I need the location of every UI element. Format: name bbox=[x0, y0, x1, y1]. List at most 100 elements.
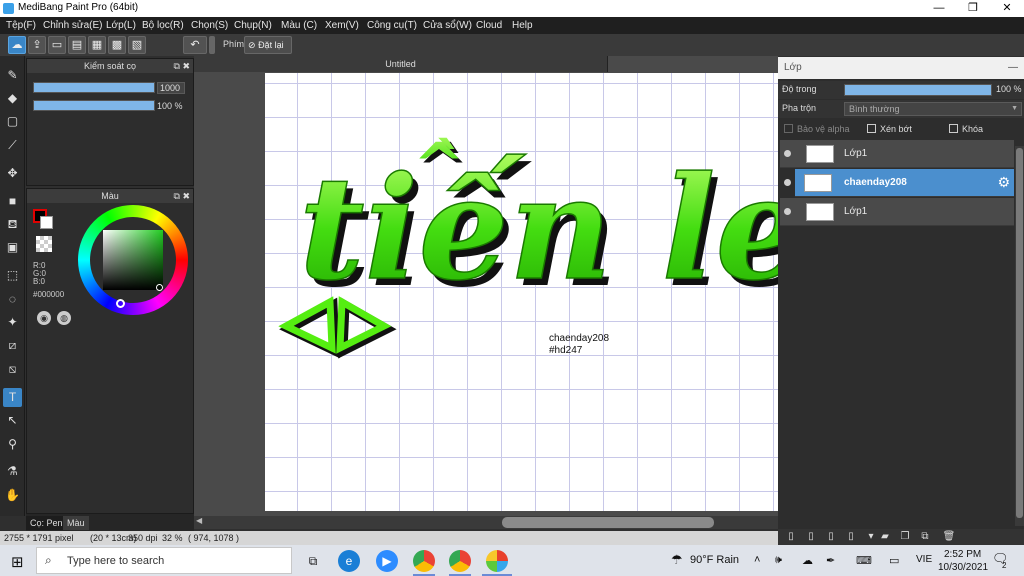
protect-alpha-checkbox[interactable] bbox=[784, 124, 793, 133]
palette-icon[interactable]: ◉ bbox=[37, 311, 51, 325]
select-eraser-icon[interactable]: ⧅ bbox=[3, 360, 22, 379]
transparent-color-swatch[interactable] bbox=[36, 236, 52, 252]
maximize-button[interactable]: ❐ bbox=[956, 0, 990, 17]
menu-layer[interactable]: Lớp(L) bbox=[106, 20, 136, 31]
speaker-icon[interactable]: 🕪 bbox=[775, 554, 782, 567]
layer-row[interactable]: Lớp1 bbox=[780, 140, 1014, 168]
folder-icon[interactable]: ▰ bbox=[878, 530, 892, 544]
layer-scroll-thumb[interactable] bbox=[1016, 148, 1023, 518]
blend-mode-select[interactable]: Bình thường ▼ bbox=[844, 102, 1022, 116]
operation-icon[interactable]: ↖ bbox=[3, 411, 22, 430]
horizontal-scrollbar[interactable]: ◀ bbox=[194, 516, 778, 529]
dropper-icon[interactable]: ⚗ bbox=[3, 462, 22, 481]
color-panel-pin-close-icon[interactable]: ⧉ ✖ bbox=[174, 189, 190, 203]
brush-opacity-slider[interactable] bbox=[33, 100, 155, 111]
menu-edit[interactable]: Chỉnh sửa(E) bbox=[43, 20, 103, 31]
bucket-icon[interactable]: ⛾ bbox=[3, 215, 22, 234]
brush-icon[interactable]: ✎ bbox=[3, 66, 22, 85]
trash-icon[interactable]: 🗑 bbox=[942, 530, 956, 544]
menu-help[interactable]: Help bbox=[512, 20, 533, 31]
clipping-checkbox[interactable] bbox=[867, 124, 876, 133]
chrome-icon[interactable] bbox=[413, 550, 435, 572]
menu-tools[interactable]: Công cụ(T) bbox=[367, 20, 417, 31]
horizontal-scroll-thumb[interactable] bbox=[502, 517, 714, 528]
fill-rect-icon[interactable]: ■ bbox=[3, 192, 22, 211]
visibility-icon[interactable] bbox=[784, 150, 791, 157]
tray-chevron-icon[interactable]: ˄ bbox=[754, 554, 760, 566]
layer-opacity-slider[interactable] bbox=[844, 84, 992, 96]
merge-layer-icon[interactable]: ⧉ bbox=[918, 530, 932, 544]
visibility-icon[interactable] bbox=[784, 208, 791, 215]
comment-icon[interactable]: ▭ bbox=[48, 36, 66, 54]
message-icon[interactable]: ▤ bbox=[68, 36, 86, 54]
layer-row[interactable]: Lớp1 bbox=[780, 198, 1014, 226]
new-layer-8bit-icon[interactable]: ▯ bbox=[804, 530, 818, 544]
menu-window[interactable]: Cửa sổ(W) bbox=[423, 20, 472, 31]
weather-text[interactable]: 90°F Rain bbox=[690, 554, 739, 566]
saturation-square[interactable] bbox=[103, 230, 163, 290]
eyedropper-icon[interactable]: ⚲ bbox=[3, 435, 22, 454]
chrome-profile-icon[interactable] bbox=[449, 550, 471, 572]
menu-select[interactable]: Chọn(S) bbox=[191, 20, 228, 31]
upload-icon[interactable]: ⇪ bbox=[28, 36, 46, 54]
move-icon[interactable]: ✥ bbox=[3, 164, 22, 183]
reset-button[interactable]: ⊘ Đặt lại bbox=[244, 36, 292, 54]
language-indicator[interactable]: VIE bbox=[916, 554, 932, 565]
tab-color[interactable]: Màu bbox=[63, 516, 89, 530]
duplicate-layer-icon[interactable]: ❐ bbox=[898, 530, 912, 544]
menu-file[interactable]: Tệp(F) bbox=[6, 20, 36, 31]
brush-size-value[interactable]: 1000 bbox=[157, 82, 185, 94]
color-marker[interactable] bbox=[156, 284, 163, 291]
select-pen-icon[interactable]: ⧄ bbox=[3, 336, 22, 355]
tiles-icon[interactable]: ▧ bbox=[128, 36, 146, 54]
scroll-left-icon[interactable]: ◀ bbox=[196, 516, 202, 525]
line-icon[interactable]: ⟋ bbox=[3, 136, 22, 155]
menu-view[interactable]: Xem(V) bbox=[325, 20, 359, 31]
display-icon[interactable]: ▭ bbox=[889, 554, 899, 567]
add-layer-menu-icon[interactable]: ▾ bbox=[864, 530, 878, 544]
new-halftone-icon[interactable]: ▯ bbox=[844, 530, 858, 544]
select-rect-icon[interactable]: ⬚ bbox=[3, 266, 22, 285]
visibility-icon[interactable] bbox=[784, 179, 791, 186]
clock-time[interactable]: 2:52 PM bbox=[944, 549, 981, 560]
edge-icon[interactable]: e bbox=[338, 550, 360, 572]
brush-size-slider[interactable] bbox=[33, 82, 155, 93]
clock-date[interactable]: 10/30/2021 bbox=[938, 562, 988, 573]
menu-filter[interactable]: Bộ lọc(R) bbox=[142, 20, 184, 31]
layer-scrollbar[interactable] bbox=[1015, 146, 1024, 526]
taskbar-search[interactable]: ⌕ Type here to search bbox=[36, 547, 292, 574]
hue-marker[interactable] bbox=[116, 299, 125, 308]
menu-cloud[interactable]: Cloud bbox=[476, 20, 502, 31]
close-button[interactable]: ✕ bbox=[990, 0, 1024, 17]
rectangle-icon[interactable]: ▢ bbox=[3, 112, 22, 131]
onedrive-icon[interactable]: ☁ bbox=[802, 554, 813, 567]
cloud-icon[interactable]: ☁ bbox=[8, 36, 26, 54]
hand-icon[interactable]: ✋ bbox=[3, 486, 22, 505]
pen-icon[interactable]: ✒ bbox=[826, 554, 835, 567]
task-view-icon[interactable]: ⧉ bbox=[302, 550, 324, 572]
lock-checkbox[interactable] bbox=[949, 124, 958, 133]
new-layer-icon[interactable]: ▯ bbox=[784, 530, 798, 544]
layer-row-selected[interactable]: chaenday208 ⚙ bbox=[784, 169, 1014, 197]
panel-pin-close-icon[interactable]: ⧉ ✖ bbox=[174, 59, 190, 73]
medibang-icon[interactable] bbox=[486, 550, 508, 572]
layer-panel-close-icon[interactable]: — bbox=[1008, 57, 1018, 79]
palette-add-icon[interactable]: ◍ bbox=[57, 311, 71, 325]
magic-wand-icon[interactable]: ✦ bbox=[3, 313, 22, 332]
canvas-paper[interactable]: ^̀ ^̀ tiến len tiến len chaenday208 #hd2… bbox=[265, 73, 778, 511]
gear-icon[interactable]: ⚙ bbox=[997, 174, 1010, 191]
document-tab[interactable]: Untitled bbox=[194, 56, 608, 72]
page-icon[interactable]: ▦ bbox=[88, 36, 106, 54]
eraser-icon[interactable]: ◆ bbox=[3, 89, 22, 108]
minimize-button[interactable]: — bbox=[922, 0, 956, 17]
text-icon[interactable]: T bbox=[3, 388, 22, 407]
start-button[interactable]: ⊞ bbox=[0, 545, 36, 576]
secondary-color-swatch[interactable] bbox=[40, 216, 53, 229]
grid-icon[interactable]: ▩ bbox=[108, 36, 126, 54]
gradient-icon[interactable]: ▣ bbox=[3, 238, 22, 257]
tab-brush[interactable]: Cọ: Pen bbox=[26, 516, 67, 530]
new-layer-1bit-icon[interactable]: ▯ bbox=[824, 530, 838, 544]
keyboard-icon[interactable]: ⌨ bbox=[856, 554, 872, 567]
zoom-icon[interactable]: ▶ bbox=[376, 550, 398, 572]
undo-icon[interactable]: ↶ bbox=[183, 36, 207, 54]
